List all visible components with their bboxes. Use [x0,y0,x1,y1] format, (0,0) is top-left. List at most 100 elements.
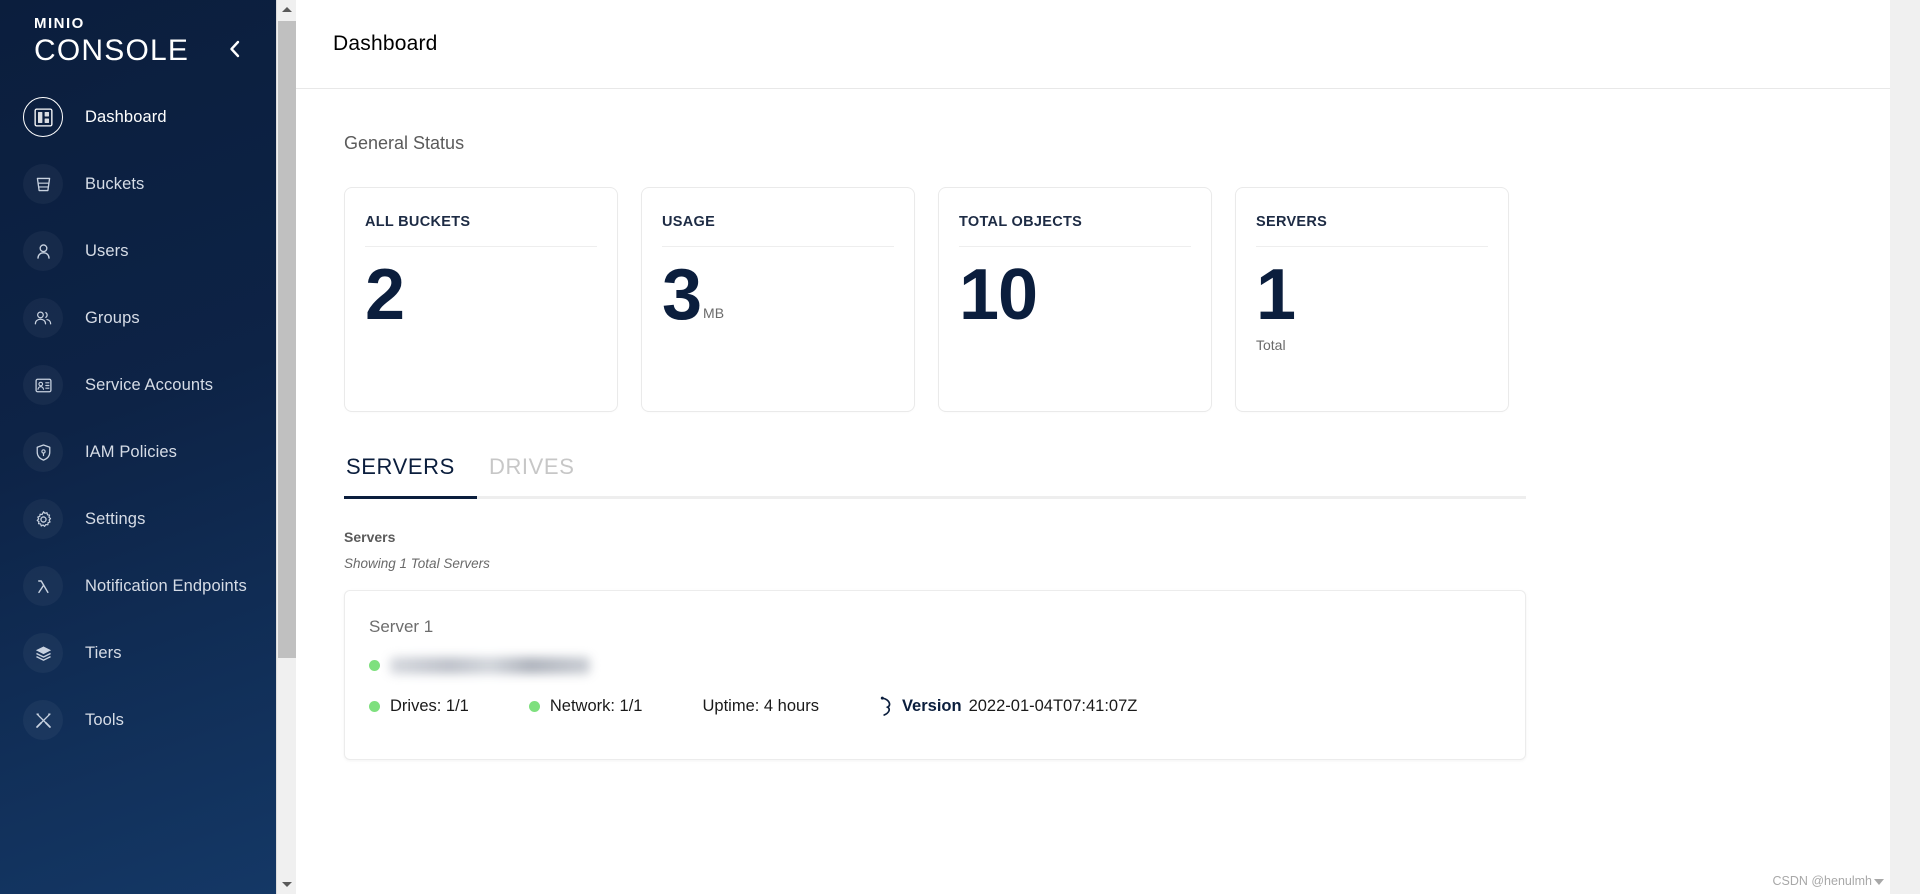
server-address-redacted [390,656,590,674]
page-title: Dashboard [333,32,438,55]
app-root: MINIO CONSOLE Dashboard Buckets Users Gr… [0,0,1920,894]
sidebar-item-label: Service Accounts [85,375,214,394]
user-icon [23,231,63,271]
id-card-icon [23,365,63,405]
layers-icon [23,633,63,673]
dashboard-icon [23,97,63,137]
stat-card-label: ALL BUCKETS [365,214,471,230]
stat-card-value-row: 1 [1256,257,1488,333]
sidebar-item-service-accounts[interactable]: Service Accounts [0,361,296,409]
groups-icon [23,298,63,338]
server-card[interactable]: Server 1 Drives: 1/1 Network: 1/1 Uptime… [344,590,1526,760]
tab-underline-track [344,496,1526,499]
server-stats-row: Drives: 1/1 Network: 1/1 Uptime: 4 hours [369,696,1525,717]
bucket-icon [23,164,63,204]
sidebar-item-label: Buckets [85,174,145,193]
brand-minio-text: MINIO [34,15,85,32]
sidebar-item-notification-endpoints[interactable]: Notification Endpoints [0,562,296,610]
server-address-row [369,654,1525,676]
stat-card-all-buckets[interactable]: ALL BUCKETS 2 [344,187,618,412]
stat-card-group: ALL BUCKETS 2 USAGE 3 MB TOTAL OBJECTS 1… [296,154,1890,412]
stat-card-value: 10 [959,255,1038,335]
stat-card-unit: MB [703,305,725,321]
main-content: Dashboard General Status ALL BUCKETS 2 U… [296,0,1920,894]
server-network-stat: Network: 1/1 [528,697,643,716]
sidebar-item-tiers[interactable]: Tiers [0,629,296,677]
watermark-text: CSDN @henulmh [1772,874,1872,888]
sidebar-item-tools[interactable]: Tools [0,696,296,744]
sidebar-item-label: Settings [85,509,146,528]
stat-card-divider [365,246,597,247]
caret-down-icon [1874,878,1884,885]
sidebar-item-buckets[interactable]: Buckets [0,160,296,208]
sidebar-nav: Dashboard Buckets Users Groups Service A… [0,93,296,744]
stat-card-label: SERVERS [1256,214,1328,230]
chevron-left-icon[interactable] [224,38,246,60]
stat-card-value-row: 10 [959,257,1191,333]
tabs-section: SERVERS DRIVES [344,454,1526,499]
network-status-dot-icon [528,701,540,712]
servers-meta: Servers Showing 1 Total Servers [296,499,1890,571]
tab-servers[interactable]: SERVERS [344,454,487,496]
watermark: CSDN @henulmh [1772,874,1884,888]
server-version-label: Version [901,697,962,715]
sidebar-item-groups[interactable]: Groups [0,294,296,342]
stat-card-divider [1256,246,1488,247]
server-uptime-stat: Uptime: 4 hours [702,697,818,716]
stat-card-label: USAGE [662,214,716,230]
scroll-up-arrow-icon[interactable] [277,0,296,19]
stat-card-value-row: 3 MB [662,257,894,333]
sidebar-item-settings[interactable]: Settings [0,495,296,543]
stat-card-usage[interactable]: USAGE 3 MB [641,187,915,412]
tab-list: SERVERS DRIVES [344,454,1526,496]
server-name: Server 1 [369,617,434,636]
stat-card-divider [959,246,1191,247]
brand-logo: MINIO CONSOLE [0,0,296,69]
page-header: Dashboard [296,0,1890,89]
sidebar-item-label: Notification Endpoints [85,576,247,595]
server-version-stat: Version 2022-01-04T07:41:07Z [879,696,1137,717]
sidebar-item-label: Tools [85,710,125,729]
drives-status-dot-icon [369,701,380,712]
sidebar-item-dashboard[interactable]: Dashboard [0,93,296,141]
stat-card-total-objects[interactable]: TOTAL OBJECTS 10 [938,187,1212,412]
server-network-label: Network: 1/1 [549,697,643,715]
sidebar-item-users[interactable]: Users [0,227,296,275]
page-scrollbar[interactable] [276,0,296,894]
sidebar: MINIO CONSOLE Dashboard Buckets Users Gr… [0,0,296,894]
shield-lock-icon [23,432,63,472]
servers-heading: Servers [344,529,396,545]
scrollbar-thumb[interactable] [278,21,296,658]
sidebar-item-label: Groups [85,308,140,327]
sidebar-item-label: IAM Policies [85,442,177,461]
sidebar-item-label: Users [85,241,129,260]
brand-console-text: CONSOLE [34,34,190,67]
stat-card-sub: Total [1256,337,1286,353]
tab-active-indicator [344,496,477,499]
right-gutter [1890,0,1920,894]
tools-icon [23,700,63,740]
stat-card-value: 1 [1256,255,1296,335]
status-dot-icon [369,659,380,671]
gear-icon [23,499,63,539]
server-drives-label: Drives: 1/1 [390,697,469,715]
stat-card-label: TOTAL OBJECTS [959,214,1083,230]
stat-card-divider [662,246,894,247]
stat-card-value: 3 [662,255,702,335]
tab-drives[interactable]: DRIVES [487,454,607,496]
lambda-icon [23,566,63,606]
server-drives-stat: Drives: 1/1 [369,697,469,716]
servers-subtitle: Showing 1 Total Servers [344,556,490,571]
sidebar-item-iam-policies[interactable]: IAM Policies [0,428,296,476]
server-version-value: 2022-01-04T07:41:07Z [968,697,1138,715]
stat-card-value: 2 [365,255,405,335]
server-uptime-label: Uptime: 4 hours [702,697,819,715]
scroll-down-arrow-icon[interactable] [277,875,296,894]
stat-card-servers[interactable]: SERVERS 1 Total [1235,187,1509,412]
general-status-label: General Status [344,133,465,153]
minio-bird-icon [879,696,894,717]
stat-card-value-row: 2 [365,257,597,333]
sidebar-item-label: Tiers [85,643,122,662]
sidebar-item-label: Dashboard [85,107,167,126]
dashboard-content: General Status ALL BUCKETS 2 USAGE 3 MB … [296,89,1890,894]
